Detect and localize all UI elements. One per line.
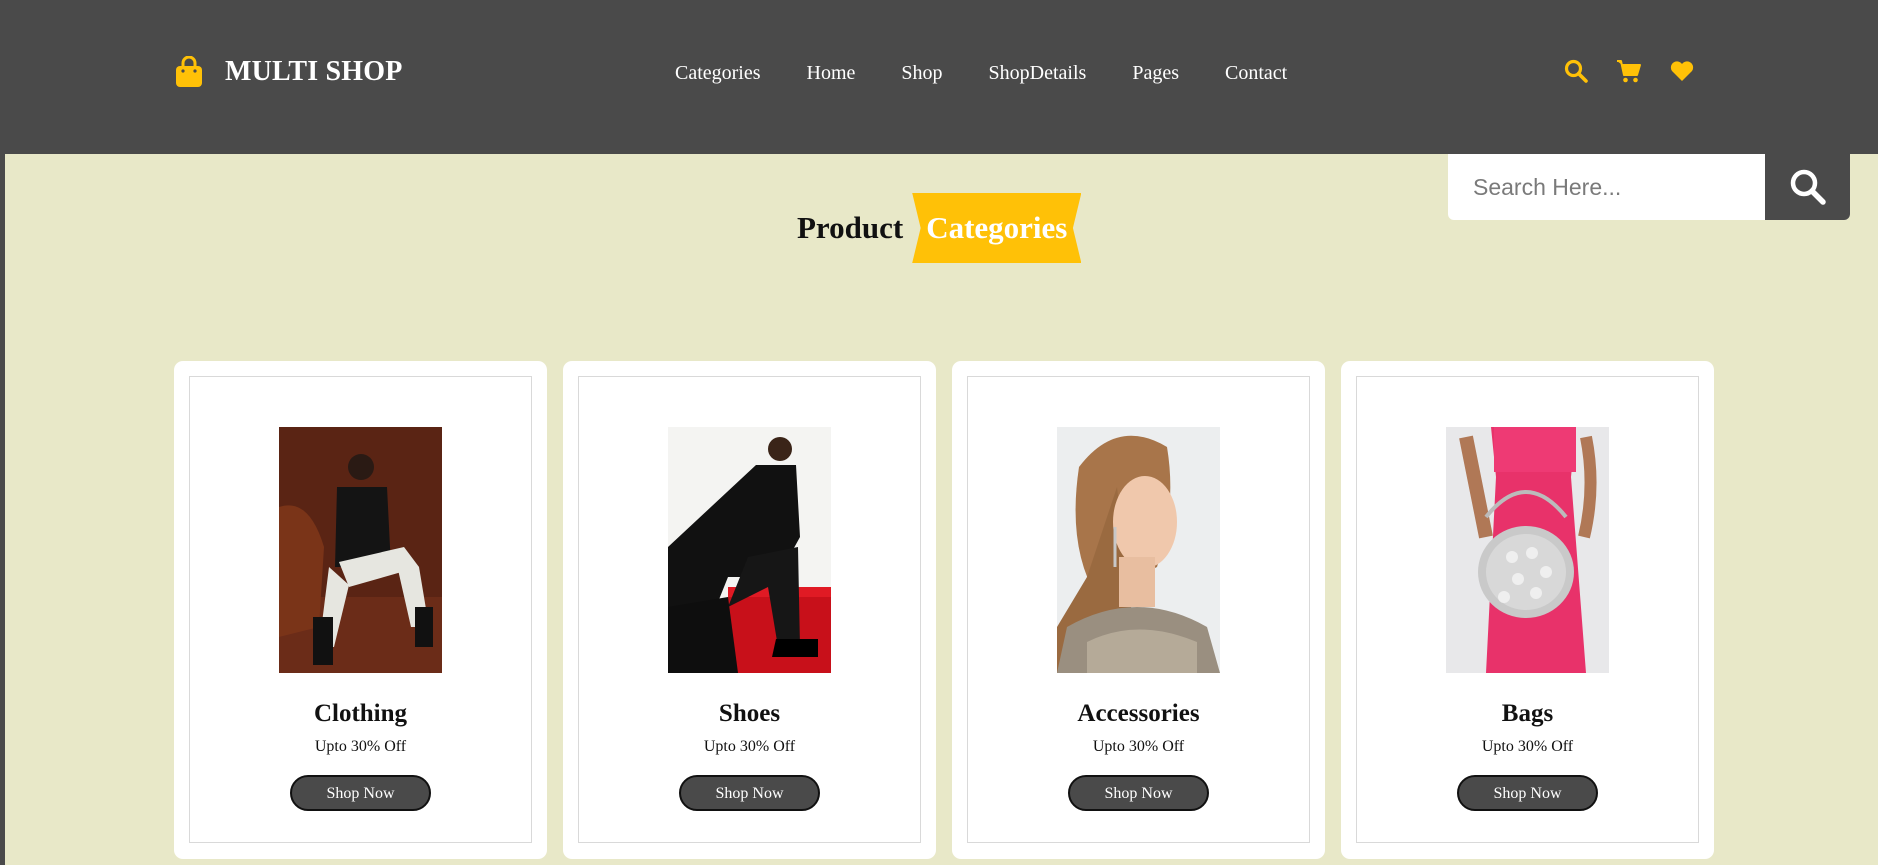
card-title: Shoes [718, 700, 781, 727]
category-cards: Clothing Upto 30% Off Shop Now Shoes Upt… [174, 361, 1730, 859]
card-subtitle: Upto 30% Off [1481, 738, 1574, 755]
shop-now-button[interactable]: Shop Now [679, 775, 820, 811]
shoes-image[interactable] [668, 427, 831, 673]
nav-shop[interactable]: Shop [901, 62, 942, 85]
card-subtitle: Upto 30% Off [703, 738, 796, 755]
clothing-image[interactable] [279, 427, 442, 673]
card-title: Accessories [1077, 700, 1200, 727]
header-actions [1563, 58, 1722, 84]
cart-icon[interactable] [1616, 58, 1642, 84]
card-subtitle: Upto 30% Off [1092, 738, 1185, 755]
search-button[interactable] [1765, 154, 1850, 220]
accessories-image[interactable] [1057, 427, 1220, 673]
nav-home[interactable]: Home [807, 62, 856, 85]
search-icon[interactable] [1563, 58, 1589, 84]
card-frame: Shoes Upto 30% Off Shop Now [578, 376, 921, 843]
shopping-bag-icon [176, 56, 202, 87]
site-header: MULTI SHOP Categories Home Shop ShopDeta… [5, 0, 1878, 154]
search-bar [1448, 154, 1850, 220]
search-input[interactable] [1448, 154, 1766, 220]
section-title-product: Product [797, 210, 904, 245]
shop-now-button[interactable]: Shop Now [1068, 775, 1209, 811]
card-title: Bags [1501, 700, 1554, 727]
card-frame: Bags Upto 30% Off Shop Now [1356, 376, 1699, 843]
nav-shopdetails[interactable]: ShopDetails [989, 62, 1087, 85]
category-card-clothing: Clothing Upto 30% Off Shop Now [174, 361, 547, 859]
section-heading: Product Categories [797, 193, 1082, 263]
category-card-accessories: Accessories Upto 30% Off Shop Now [952, 361, 1325, 859]
brand-name: MULTI SHOP [225, 56, 403, 87]
nav-categories[interactable]: Categories [675, 62, 761, 85]
bags-image[interactable] [1446, 427, 1609, 673]
card-frame: Clothing Upto 30% Off Shop Now [189, 376, 532, 843]
card-frame: Accessories Upto 30% Off Shop Now [967, 376, 1310, 843]
section-title-categories: Categories [912, 193, 1082, 263]
card-title: Clothing [313, 700, 408, 727]
nav-contact[interactable]: Contact [1225, 62, 1287, 85]
heart-icon[interactable] [1669, 58, 1695, 84]
search-icon [1790, 169, 1826, 205]
category-card-bags: Bags Upto 30% Off Shop Now [1341, 361, 1714, 859]
shop-now-button[interactable]: Shop Now [1457, 775, 1598, 811]
nav-pages[interactable]: Pages [1132, 62, 1179, 85]
shop-now-button[interactable]: Shop Now [290, 775, 431, 811]
main-nav: Categories Home Shop ShopDetails Pages C… [675, 62, 1333, 85]
card-subtitle: Upto 30% Off [314, 738, 407, 755]
logo[interactable]: MULTI SHOP [175, 56, 403, 88]
category-card-shoes: Shoes Upto 30% Off Shop Now [563, 361, 936, 859]
